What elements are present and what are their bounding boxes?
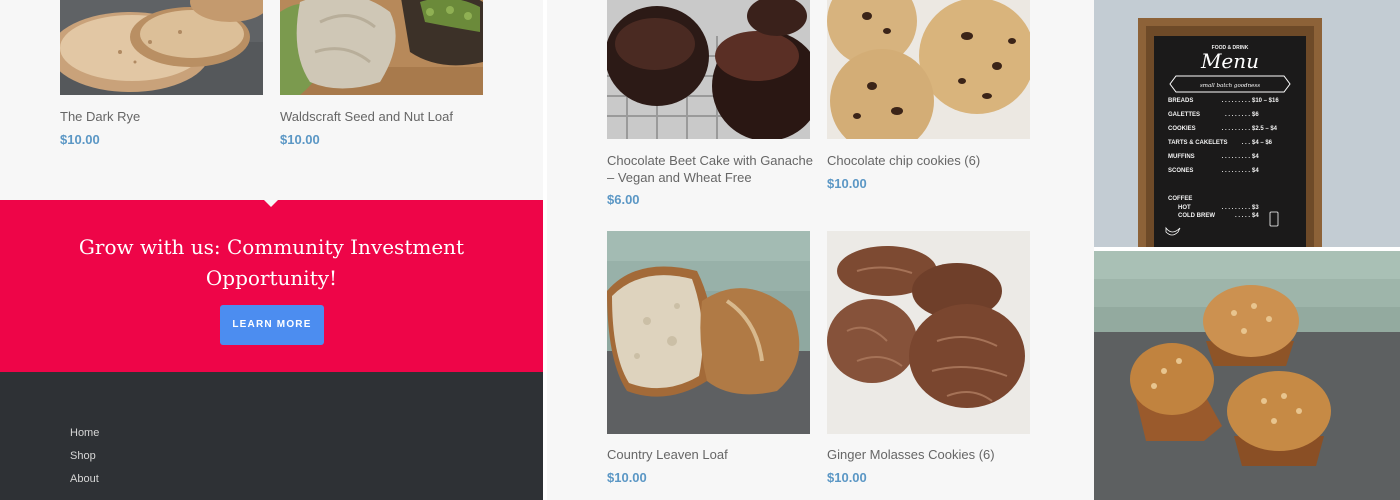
menu-board-coffee-label: COFFEE	[1168, 196, 1192, 202]
banner-title: Grow with us: Community Investment Oppor…	[78, 235, 465, 290]
product-price: $6.00	[607, 192, 640, 207]
menu-board-coffee-dots: . . . . . . . . .	[1222, 205, 1251, 211]
product-name[interactable]: Country Leaven Loaf	[607, 447, 813, 464]
product-image-ginger-molasses-cookies[interactable]	[827, 231, 1030, 434]
product-price: $10.00	[827, 176, 867, 191]
product-price: $10.00	[827, 470, 867, 485]
menu-board-item-dots: . . . . . . . . .	[1222, 98, 1251, 104]
menu-board-item-price: $10 – $16	[1252, 98, 1279, 104]
menu-board-coffee-price: $3	[1252, 205, 1259, 211]
banner-notch	[263, 199, 279, 207]
left-panel: The Dark Rye $10.00 Waldscraft Seed and …	[0, 0, 543, 500]
footer-link-about[interactable]: About	[70, 473, 99, 485]
product-image-seed-loaf[interactable]	[280, 0, 483, 95]
menu-board-item-price: $4	[1252, 168, 1259, 174]
menu-board-item-name: SCONES	[1168, 168, 1193, 174]
product-price: $10.00	[280, 132, 320, 147]
site-footer: Home Shop About	[0, 372, 543, 500]
menu-board-coffee-dots: . . . . .	[1235, 213, 1250, 219]
menu-board-item-price: $4 – $6	[1252, 140, 1273, 146]
learn-more-button[interactable]: LEARN MORE	[220, 305, 324, 345]
oat-muffins-image	[1094, 251, 1400, 500]
menu-board-coffee-name: HOT	[1178, 205, 1191, 211]
menu-board-item-price: $4	[1252, 154, 1259, 160]
product-name[interactable]: The Dark Rye	[60, 109, 266, 126]
product-price: $10.00	[60, 132, 100, 147]
menu-board-item-dots: . . . . . . . . .	[1222, 168, 1251, 174]
menu-board-item-dots: . . . . . . . . .	[1222, 126, 1251, 132]
menu-board-coffee-name: COLD BREW	[1178, 213, 1215, 219]
product-image-country-leaven-loaf[interactable]	[607, 231, 810, 434]
product-price: $10.00	[607, 470, 647, 485]
menu-board-item-name: GALETTES	[1168, 112, 1200, 118]
menu-board-item-dots: . . .	[1242, 140, 1251, 146]
menu-board-item-name: TARTS & CAKELETS	[1168, 140, 1228, 146]
chalkboard-menu-image: FOOD & DRINK Menu small batch goodness B…	[1094, 0, 1400, 247]
product-grid: Chocolate Beet Cake with Ganache – Vegan…	[547, 0, 1094, 500]
product-image-dark-rye[interactable]	[60, 0, 263, 95]
menu-board-coffee-price: $4	[1252, 213, 1259, 219]
product-name[interactable]: Chocolate Beet Cake with Ganache – Vegan…	[607, 153, 813, 186]
menu-board-item-name: BREADS	[1168, 98, 1193, 104]
product-name[interactable]: Ginger Molasses Cookies (6)	[827, 447, 1033, 464]
menu-board-item-dots: . . . . . . . . .	[1222, 154, 1251, 160]
product-image-chocolate-beet-cake[interactable]	[607, 0, 810, 139]
side-gallery: FOOD & DRINK Menu small batch goodness B…	[1094, 0, 1400, 500]
product-image-chocolate-chip-cookies[interactable]	[827, 0, 1030, 139]
menu-board-ribbon: small batch goodness	[1200, 83, 1260, 89]
menu-board-item-dots: . . . . . . . .	[1225, 112, 1250, 118]
menu-board-title: Menu	[1200, 49, 1259, 73]
menu-board-item-price: $6	[1252, 112, 1259, 118]
footer-link-shop[interactable]: Shop	[70, 450, 96, 462]
menu-board-item-name: COOKIES	[1168, 126, 1196, 132]
footer-link-home[interactable]: Home	[70, 427, 99, 439]
menu-board-item-price: $2.5 – $4	[1252, 126, 1278, 132]
menu-board-item-name: MUFFINS	[1168, 154, 1195, 160]
product-name[interactable]: Chocolate chip cookies (6)	[827, 153, 1033, 170]
product-name[interactable]: Waldscraft Seed and Nut Loaf	[280, 109, 486, 126]
